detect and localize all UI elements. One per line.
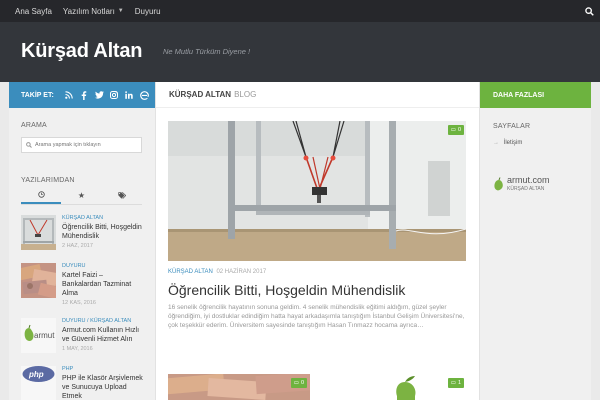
more-bar[interactable]: DAHA FAZLASI bbox=[480, 82, 591, 108]
logo-name: armut.com bbox=[507, 175, 550, 185]
featured-image[interactable]: ▭ 0 bbox=[168, 121, 466, 261]
pages-widget-title: SAYFALAR bbox=[493, 123, 531, 130]
post-thumbnail-robot[interactable] bbox=[21, 215, 56, 250]
comment-icon: ▭ bbox=[293, 380, 299, 386]
breadcrumb-author: KÜRŞAD ALTAN bbox=[169, 90, 232, 99]
rss-icon[interactable] bbox=[65, 91, 74, 100]
comment-count-badge[interactable]: ▭ 1 bbox=[447, 378, 464, 388]
instagram-icon[interactable] bbox=[110, 91, 119, 100]
left-sidebar: TAKİP ET: ARAMA Arama yapmak için tıklay… bbox=[9, 82, 156, 400]
top-navigation: Ana Sayfa Yazılım Notları ▼ Duyuru bbox=[0, 0, 600, 22]
post-date: 2 HAZ, 2017 bbox=[62, 243, 93, 250]
post-card-armut[interactable]: ▭ 1 bbox=[325, 374, 467, 400]
post-category[interactable]: KÜRŞAD ALTAN bbox=[62, 215, 144, 221]
comment-icon: ▭ bbox=[450, 127, 456, 133]
post-meta: PHP PHP ile Klasör Arşivlemek ve Sunucuy… bbox=[62, 366, 144, 400]
site-tagline: Ne Mutlu Türküm Diyene ! bbox=[163, 47, 251, 56]
svg-text:armut: armut bbox=[34, 331, 55, 340]
post-meta: KÜRŞAD ALTAN Öğrencilik Bitti, Hoşgeldin… bbox=[62, 215, 144, 249]
twitter-icon[interactable] bbox=[94, 91, 104, 100]
page-container: TAKİP ET: ARAMA Arama yapmak için tıklay… bbox=[9, 82, 591, 400]
post-date: 12 KAS, 2016 bbox=[62, 300, 96, 307]
post-category[interactable]: DUYURU / KÜRŞAD ALTAN bbox=[62, 318, 144, 324]
list-item[interactable]: php PHP PHP ile Klasör Arşivlemek ve Sun… bbox=[21, 366, 143, 400]
pear-icon bbox=[494, 176, 503, 190]
article-date: 02 HAZİRAN 2017 bbox=[216, 269, 267, 275]
tab-popular[interactable]: ★ bbox=[61, 187, 101, 204]
post-title[interactable]: Armut.com Kullanın Hızlı ve Güvenli Hizm… bbox=[62, 326, 144, 344]
article-title[interactable]: Öğrencilik Bitti, Hoşgeldin Mühendislik bbox=[168, 282, 468, 298]
armut-logo[interactable]: armut.com KÜRŞAD ALTAN bbox=[493, 175, 550, 192]
pages-link-contact[interactable]: → İletişim bbox=[493, 140, 522, 146]
logo-subtitle: KÜRŞAD ALTAN bbox=[507, 186, 545, 192]
post-category[interactable]: PHP bbox=[62, 366, 144, 372]
search-widget-title: ARAMA bbox=[21, 122, 47, 129]
facebook-icon[interactable] bbox=[80, 90, 89, 100]
post-title[interactable]: Kartel Faizi – Bankalardan Tazminat Alma bbox=[62, 271, 144, 298]
site-title[interactable]: Kürşad Altan bbox=[21, 40, 143, 63]
arrow-right-icon: → bbox=[493, 140, 499, 146]
breadcrumb: KÜRŞAD ALTAN BLOG bbox=[156, 82, 479, 108]
post-title[interactable]: PHP ile Klasör Arşivlemek ve Sunucuya Up… bbox=[62, 374, 144, 400]
comment-count: 1 bbox=[457, 380, 461, 386]
edge-browser-icon[interactable] bbox=[139, 90, 149, 100]
post-thumbnail-money[interactable] bbox=[21, 263, 56, 298]
article-excerpt: 16 senelik öğrencilik hayatının sonuna g… bbox=[168, 304, 465, 329]
tags-icon bbox=[118, 192, 126, 199]
clock-icon bbox=[37, 191, 45, 198]
star-icon: ★ bbox=[77, 191, 86, 200]
comment-icon: ▭ bbox=[450, 380, 456, 386]
main-content: KÜRŞAD ALTAN BLOG ▭ 0 KÜRŞAD ALTAN 02 HA… bbox=[156, 82, 479, 400]
comment-count: 0 bbox=[457, 127, 461, 133]
tab-recent[interactable] bbox=[21, 187, 62, 204]
post-title[interactable]: Öğrencilik Bitti, Hoşgeldin Mühendislik bbox=[62, 223, 144, 241]
post-thumbnail-armut[interactable]: armut bbox=[21, 318, 56, 353]
follow-label: TAKİP ET: bbox=[21, 91, 54, 99]
pages-link-label: İletişim bbox=[503, 140, 523, 146]
search-icon bbox=[26, 142, 32, 148]
posts-widget-title: YAZILARIMDAN bbox=[21, 177, 75, 184]
more-label: DAHA FAZLASI bbox=[493, 91, 545, 99]
post-thumbnail-php[interactable]: php bbox=[21, 366, 56, 400]
linkedin-icon[interactable] bbox=[125, 91, 134, 100]
posts-tabs: ★ bbox=[21, 187, 142, 205]
list-item[interactable]: KÜRŞAD ALTAN Öğrencilik Bitti, Hoşgeldin… bbox=[21, 215, 143, 261]
nav-software-notes-label: Yazılım Notları bbox=[62, 6, 115, 16]
site-header: Kürşad Altan Ne Mutlu Türküm Diyene ! bbox=[0, 22, 600, 82]
nav-software-notes[interactable]: Yazılım Notları ▼ bbox=[63, 7, 124, 16]
svg-text:php: php bbox=[28, 370, 44, 379]
comment-count-badge[interactable]: ▭ 0 bbox=[447, 125, 464, 135]
chevron-down-icon: ▼ bbox=[117, 8, 124, 14]
post-category[interactable]: DUYURU bbox=[62, 263, 144, 269]
nav-home[interactable]: Ana Sayfa bbox=[15, 7, 52, 16]
right-sidebar: DAHA FAZLASI SAYFALAR → İletişim armut.c… bbox=[479, 82, 591, 400]
post-date: 1 MAY, 2016 bbox=[62, 346, 93, 353]
follow-bar: TAKİP ET: bbox=[9, 82, 155, 108]
search-box bbox=[21, 137, 142, 153]
comment-count-badge[interactable]: ▭ 0 bbox=[290, 378, 307, 388]
post-card-money[interactable]: ▭ 0 bbox=[168, 374, 310, 400]
nav-announcements[interactable]: Duyuru bbox=[135, 7, 161, 16]
search-input[interactable] bbox=[35, 142, 140, 148]
post-meta: DUYURU Kartel Faizi – Bankalardan Tazmin… bbox=[62, 263, 144, 306]
comment-count: 0 bbox=[300, 380, 304, 386]
post-meta: DUYURU / KÜRŞAD ALTAN Armut.com Kullanın… bbox=[62, 318, 144, 352]
search-toggle-button[interactable] bbox=[578, 0, 600, 22]
breadcrumb-blog: BLOG bbox=[234, 90, 257, 99]
search-icon bbox=[584, 6, 594, 16]
tab-tags[interactable] bbox=[102, 187, 142, 204]
list-item[interactable]: armut DUYURU / KÜRŞAD ALTAN Armut.com Ku… bbox=[21, 318, 143, 364]
article-meta: KÜRŞAD ALTAN 02 HAZİRAN 2017 bbox=[168, 269, 266, 275]
list-item[interactable]: DUYURU Kartel Faizi – Bankalardan Tazmin… bbox=[21, 263, 143, 309]
article-category[interactable]: KÜRŞAD ALTAN bbox=[168, 269, 213, 275]
